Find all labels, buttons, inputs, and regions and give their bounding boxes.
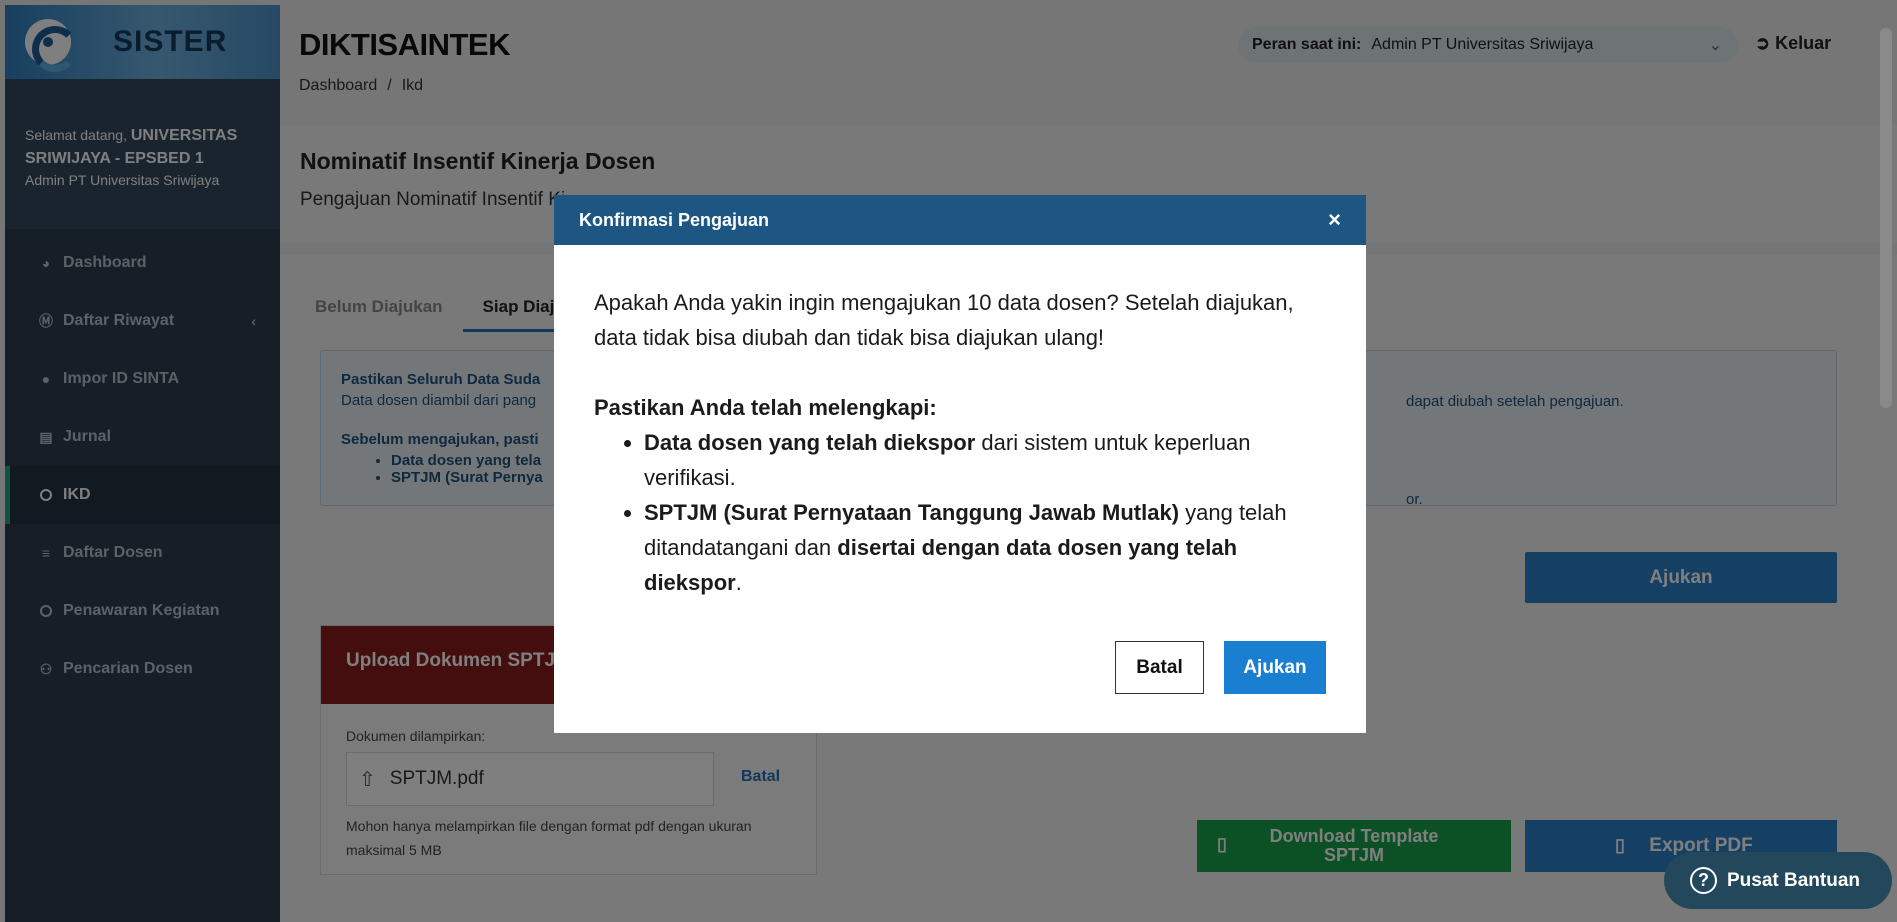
modal-checklist: Data dosen yang telah diekspor dari sist… (644, 425, 1326, 600)
help-button[interactable]: ? Pusat Bantuan (1664, 852, 1892, 909)
confirm-modal: Konfirmasi Pengajuan × Apakah Anda yakin… (554, 195, 1366, 733)
item1-bold: Data dosen yang telah diekspor (644, 430, 976, 455)
question-icon: ? (1690, 867, 1717, 894)
close-icon[interactable]: × (1328, 207, 1341, 233)
item2-end: . (735, 570, 742, 595)
submit-button[interactable]: Ajukan (1224, 641, 1326, 694)
modal-header: Konfirmasi Pengajuan × (554, 195, 1366, 245)
modal-checklist-item: Data dosen yang telah diekspor dari sist… (644, 425, 1326, 495)
modal-footer: Batal Ajukan (1115, 641, 1326, 694)
cancel-button[interactable]: Batal (1115, 641, 1204, 694)
modal-checklist-title: Pastikan Anda telah melengkapi: (594, 395, 937, 420)
modal-checklist-item: SPTJM (Surat Pernyataan Tanggung Jawab M… (644, 495, 1326, 600)
modal-title: Konfirmasi Pengajuan (579, 209, 770, 230)
modal-body: Apakah Anda yakin ingin mengajukan 10 da… (554, 245, 1366, 600)
scrollbar[interactable] (1880, 28, 1892, 408)
modal-question: Apakah Anda yakin ingin mengajukan 10 da… (594, 290, 1294, 350)
help-label: Pusat Bantuan (1727, 869, 1861, 891)
item2-bold: SPTJM (Surat Pernyataan Tanggung Jawab M… (644, 500, 1180, 525)
